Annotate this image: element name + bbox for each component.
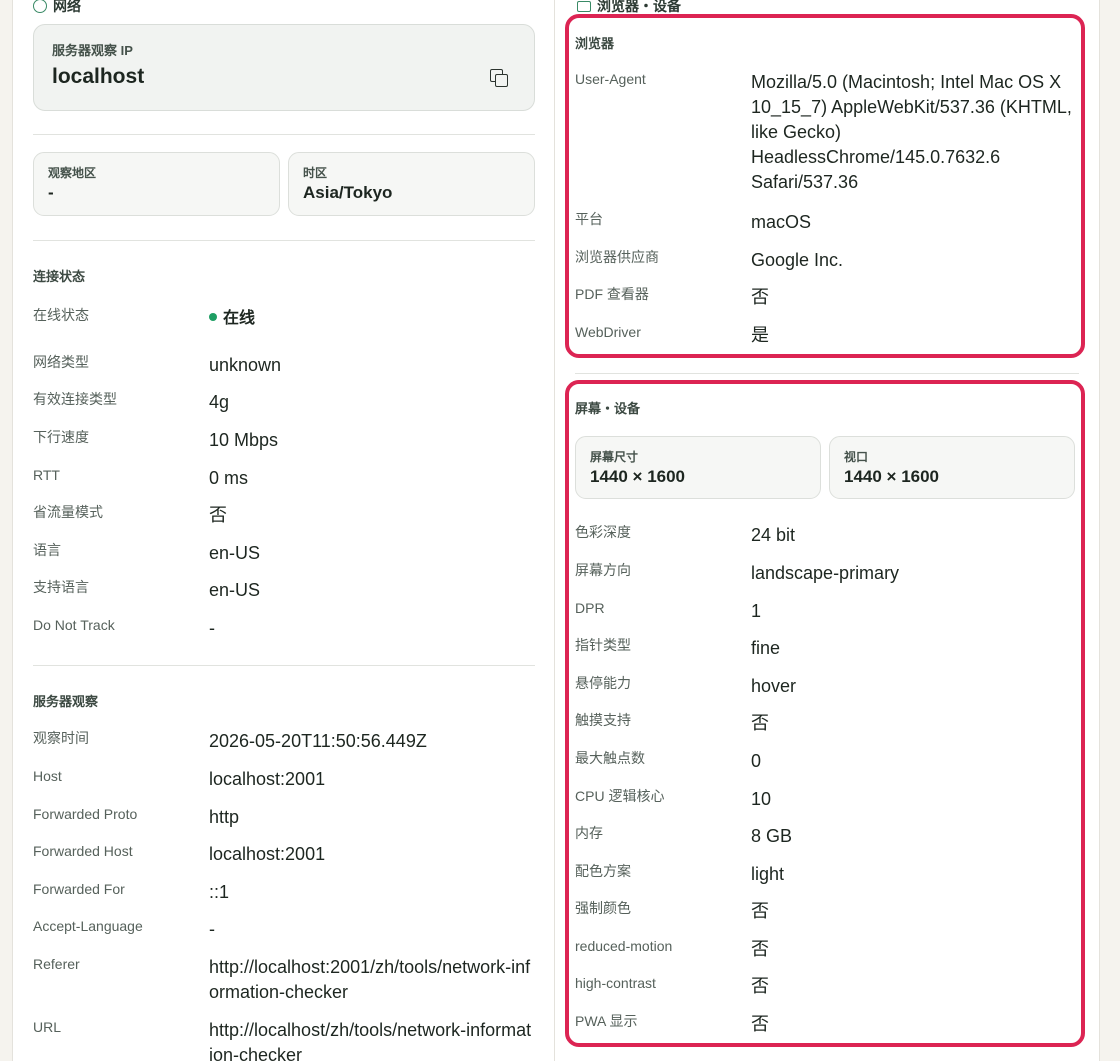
row-value: 在线 — [209, 306, 533, 331]
row-key: Forwarded Host — [33, 843, 133, 859]
network-section-header: 网络 — [33, 0, 81, 16]
row-url: URL http://localhost/zh/tools/network-in… — [33, 1018, 535, 1061]
highlight-browser-box — [565, 14, 1085, 358]
row-key: RTT — [33, 467, 60, 483]
copy-icon[interactable] — [490, 69, 508, 87]
row-online-status: 在线状态 在线 — [33, 306, 535, 331]
divider — [575, 373, 1079, 374]
row-observed-time: 观察时间 2026-05-20T11:50:56.449Z — [33, 729, 535, 754]
server-ip-value: localhost — [52, 65, 145, 88]
monitor-icon — [577, 0, 591, 12]
row-value: 否 — [209, 505, 227, 525]
divider — [33, 134, 535, 135]
row-forwarded-for: Forwarded For ::1 — [33, 880, 535, 905]
timezone-value: Asia/Tokyo — [303, 183, 393, 202]
timezone-chip: 时区 Asia/Tokyo — [288, 152, 535, 216]
row-key: 支持语言 — [33, 579, 89, 595]
network-section-title: 网络 — [53, 0, 81, 14]
row-key: 有效连接类型 — [33, 391, 117, 407]
row-value: localhost:2001 — [209, 769, 326, 789]
row-downlink: 下行速度 10 Mbps — [33, 428, 535, 453]
row-key: 下行速度 — [33, 429, 89, 445]
row-key: Accept-Language — [33, 918, 143, 934]
timezone-label: 时区 — [303, 166, 328, 180]
row-accept-language: Accept-Language - — [33, 917, 535, 942]
row-key: Referer — [33, 956, 80, 972]
row-rtt: RTT 0 ms — [33, 466, 535, 491]
row-key: 省流量模式 — [33, 504, 103, 520]
row-value: en-US — [209, 580, 261, 600]
row-save-data: 省流量模式 否 — [33, 503, 535, 528]
row-value: http://localhost:2001/zh/tools/network-i… — [209, 957, 531, 1002]
region-chip: 观察地区 - — [33, 152, 280, 216]
row-value: 0 ms — [209, 468, 249, 488]
row-value: http://localhost/zh/tools/network-inform… — [209, 1020, 532, 1061]
region-value: - — [48, 183, 54, 202]
row-key: 语言 — [33, 542, 61, 558]
row-value: localhost:2001 — [209, 844, 326, 864]
row-do-not-track: Do Not Track - — [33, 616, 535, 641]
network-panel: 网络 服务器观察 IP localhost 观察地区 - 时区 Asia/Tok… — [12, 0, 556, 1061]
server-title: 服务器观察 — [33, 694, 99, 709]
row-key: 观察时间 — [33, 730, 89, 746]
row-value: - — [209, 919, 215, 939]
row-referer: Referer http://localhost:2001/zh/tools/n… — [33, 955, 535, 1005]
row-forwarded-host: Forwarded Host localhost:2001 — [33, 842, 535, 867]
row-key: Forwarded Proto — [33, 806, 138, 822]
row-value: 4g — [209, 392, 230, 412]
server-ip-card: 服务器观察 IP localhost — [33, 24, 535, 111]
row-forwarded-proto: Forwarded Proto http — [33, 805, 535, 830]
divider — [33, 665, 535, 666]
divider — [33, 240, 535, 241]
row-effective-type: 有效连接类型 4g — [33, 390, 535, 415]
row-key: Forwarded For — [33, 881, 125, 897]
row-key: 网络类型 — [33, 354, 89, 370]
row-host: Host localhost:2001 — [33, 767, 535, 792]
row-value: en-US — [209, 543, 261, 563]
row-key: Do Not Track — [33, 617, 115, 633]
row-value: http — [209, 807, 240, 827]
row-language: 语言 en-US — [33, 541, 535, 566]
row-key: Host — [33, 768, 62, 784]
row-languages: 支持语言 en-US — [33, 578, 535, 603]
row-network-type: 网络类型 unknown — [33, 353, 535, 378]
row-key: 在线状态 — [33, 307, 89, 323]
row-value: 10 Mbps — [209, 430, 279, 450]
row-value: - — [209, 618, 215, 638]
online-status-text: 在线 — [223, 310, 256, 327]
row-value: unknown — [209, 355, 282, 375]
server-ip-label: 服务器观察 IP — [52, 43, 133, 58]
online-dot-icon — [209, 312, 217, 321]
connection-title: 连接状态 — [33, 269, 86, 284]
row-key: URL — [33, 1019, 62, 1035]
globe-icon — [33, 0, 47, 13]
region-label: 观察地区 — [48, 166, 97, 180]
row-value: ::1 — [209, 882, 230, 902]
row-value: 2026-05-20T11:50:56.449Z — [209, 731, 427, 751]
highlight-screen-box — [565, 380, 1085, 1047]
